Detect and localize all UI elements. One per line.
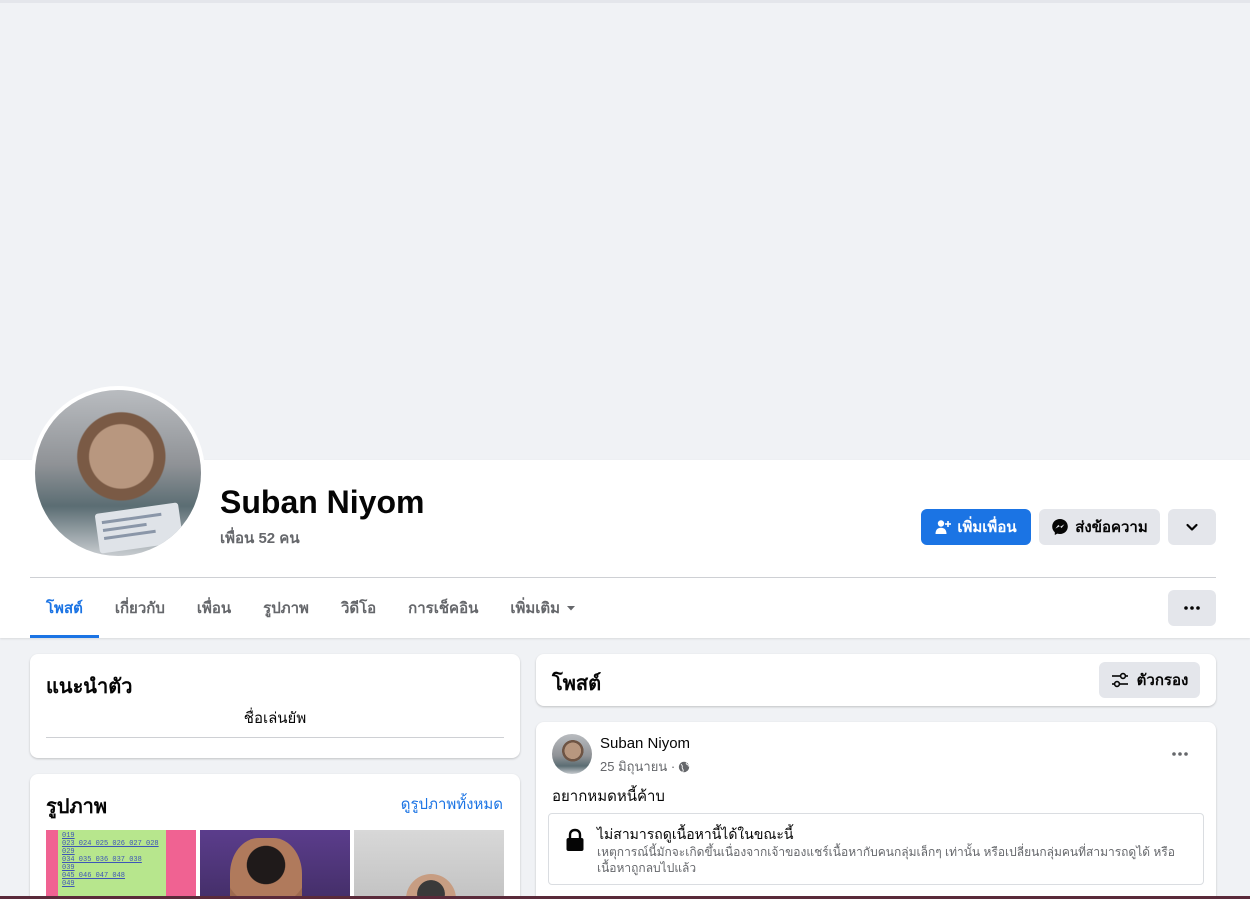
add-friend-button[interactable]: เพิ่มเพื่อน xyxy=(921,509,1031,545)
unavailable-title: ไม่สามารถดูเนื้อหานี้ได้ในขณะนี้ xyxy=(597,826,794,842)
posts-title: โพสต์ xyxy=(552,673,602,695)
card-line xyxy=(102,522,147,533)
caret-down-icon xyxy=(567,606,576,611)
message-label: ส่งข้อความ xyxy=(1075,519,1148,536)
unavailable-description: เหตุการณ์นี้มักจะเกิดขึ้นเนื่องจากเจ้าขอ… xyxy=(597,845,1175,875)
tab-checkins[interactable]: การเช็คอิน xyxy=(392,578,494,638)
photo-thumbnail[interactable] xyxy=(200,830,350,899)
chevron-down-icon xyxy=(1186,523,1198,531)
more-dots-icon xyxy=(1184,606,1200,610)
tab-about[interactable]: เกี่ยวกับ xyxy=(99,578,181,638)
tab-label: การเช็คอิน xyxy=(408,600,479,617)
globe-icon xyxy=(678,761,690,772)
post-text: อยากหมดหนี้ค้าบ xyxy=(552,788,665,805)
intro-divider xyxy=(46,737,504,738)
intro-card: แนะนำตัว ชื่อเล่นยัพ xyxy=(30,654,520,758)
filter-sliders-icon xyxy=(1111,672,1128,688)
filter-label: ตัวกรอง xyxy=(1136,672,1189,689)
add-friend-label: เพิ่มเพื่อน xyxy=(957,519,1017,536)
lock-icon xyxy=(566,828,584,851)
tab-label: รูปภาพ xyxy=(263,600,309,617)
photo-thumbnail[interactable]: 019 023 024 025 026 027 028 029 034 035 … xyxy=(46,830,196,899)
tab-friends[interactable]: เพื่อน xyxy=(181,578,247,638)
tabs-overflow-button[interactable] xyxy=(1168,590,1216,626)
cover-photo[interactable] xyxy=(0,0,1250,460)
photos-title: รูปภาพ xyxy=(46,796,108,818)
tab-label: เพิ่มเติม xyxy=(510,600,561,617)
post-author-name[interactable]: Suban Niyom xyxy=(600,735,690,752)
sheet-line: 039 xyxy=(62,864,75,872)
tab-photos[interactable]: รูปภาพ xyxy=(247,578,325,638)
tab-label: เกี่ยวกับ xyxy=(114,600,165,617)
see-all-photos-link[interactable]: ดูรูปภาพทั้งหมด xyxy=(401,792,503,816)
tab-label: เพื่อน xyxy=(196,600,232,617)
top-divider xyxy=(0,0,1250,3)
tab-videos[interactable]: วิดีโอ xyxy=(325,578,392,638)
profile-tabs: โพสต์ เกี่ยวกับ เพื่อน รูปภาพ วิดีโอ การ… xyxy=(30,578,592,638)
card-line xyxy=(103,529,156,540)
tab-posts[interactable]: โพสต์ xyxy=(30,578,99,638)
avatar-image xyxy=(35,390,201,556)
sheet-line: 029 xyxy=(62,848,75,856)
post-card: Suban Niyom 25 มิถุนายน · อยากหมดหนี้ค้า… xyxy=(536,722,1216,899)
intro-bio: ชื่อเล่นยัพ xyxy=(243,710,307,727)
photo-thumbnail[interactable] xyxy=(354,830,504,899)
profile-avatar[interactable] xyxy=(31,386,205,560)
sheet-line: 045 046 047 048 xyxy=(62,872,126,880)
unavailable-content-notice: ไม่สามารถดูเนื้อหานี้ได้ในขณะนี้ เหตุการ… xyxy=(548,813,1204,885)
post-meta: 25 มิถุนายน · xyxy=(600,756,690,777)
sheet-line: 023 024 025 026 027 028 xyxy=(62,840,159,848)
post-author-avatar[interactable] xyxy=(552,734,592,774)
filter-button[interactable]: ตัวกรอง xyxy=(1099,662,1200,698)
sheet-line: 034 035 036 037 038 xyxy=(62,856,142,864)
friends-count[interactable]: เพื่อน 52 คน xyxy=(220,526,300,550)
more-actions-button[interactable] xyxy=(1168,509,1216,545)
tab-label: วิดีโอ xyxy=(340,600,377,617)
add-friend-icon xyxy=(935,520,952,534)
profile-name: Suban Niyom xyxy=(220,484,425,520)
sheet-line: 019 xyxy=(62,832,75,840)
lottery-number-sheet: 019 023 024 025 026 027 028 029 034 035 … xyxy=(58,830,166,899)
messenger-icon xyxy=(1052,519,1069,535)
card-line xyxy=(101,512,162,525)
message-button[interactable]: ส่งข้อความ xyxy=(1039,509,1160,545)
post-options-button[interactable] xyxy=(1162,736,1198,772)
portrait-graphic xyxy=(230,838,302,899)
more-dots-icon xyxy=(1172,752,1188,756)
tab-more[interactable]: เพิ่มเติม xyxy=(494,578,592,638)
post-date[interactable]: 25 มิถุนายน · xyxy=(600,756,675,777)
intro-title: แนะนำตัว xyxy=(46,676,133,698)
posts-header-card: โพสต์ ตัวกรอง xyxy=(536,654,1216,706)
sheet-line: 049 xyxy=(62,880,75,888)
tab-label: โพสต์ xyxy=(46,600,83,617)
photos-card: รูปภาพ ดูรูปภาพทั้งหมด 019 023 024 025 0… xyxy=(30,774,520,899)
